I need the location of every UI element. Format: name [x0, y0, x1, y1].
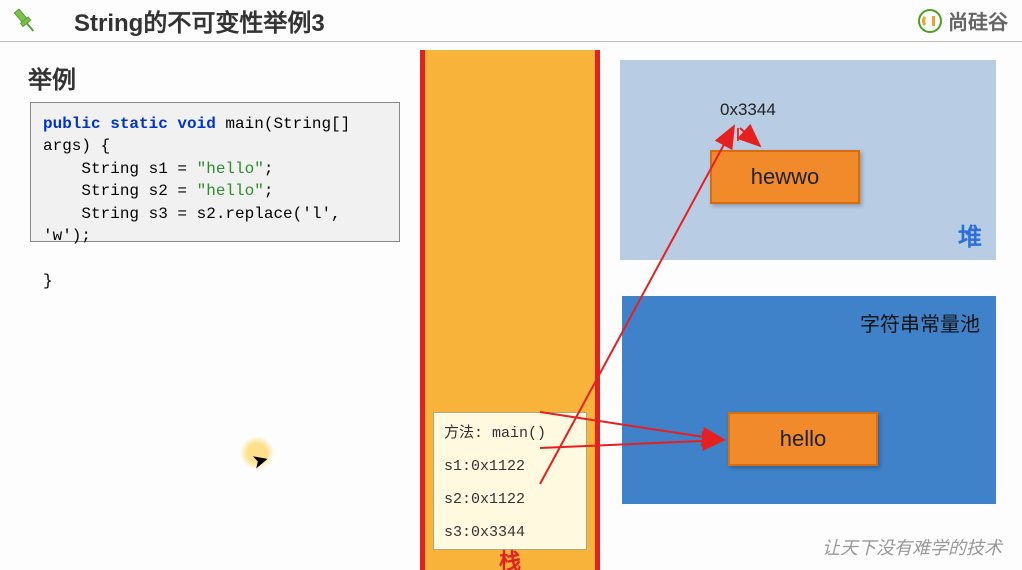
heap-address: 0x3344	[720, 100, 776, 120]
code-example-box: public static void main(String[] args) {…	[30, 102, 400, 242]
stack-frame-title: 方法: main()	[444, 421, 576, 442]
code-string: "hello"	[197, 160, 264, 178]
heap-object-hewwo: hewwo	[710, 150, 860, 204]
string-pool-region: 字符串常量池 hello	[622, 296, 996, 504]
heap-label: 堆	[958, 217, 982, 252]
code-text: ;	[264, 182, 274, 200]
slide-header: String的不可变性举例3 尚硅谷	[0, 0, 1022, 42]
code-string: "hello"	[197, 182, 264, 200]
pin-icon	[0, 4, 50, 38]
pointer-mark-icon: |	[736, 125, 740, 141]
heap-region: 0x3344 | hewwo 堆	[620, 60, 996, 260]
watermark-text: 让天下没有难学的技术	[822, 534, 1002, 560]
slide-body: 举例 public static void main(String[] args…	[0, 42, 1022, 570]
stack-var-s2: s2:0x1122	[444, 491, 576, 508]
example-heading: 举例	[28, 60, 76, 95]
code-text: }	[43, 272, 53, 290]
brand-block: 尚硅谷	[918, 6, 1008, 35]
code-block: public static void main(String[] args) {…	[43, 113, 387, 292]
brand-logo-icon	[918, 9, 942, 33]
code-text: ;	[264, 160, 274, 178]
code-keyword: public static void	[43, 115, 216, 133]
stack-var-s1: s1:0x1122	[444, 458, 576, 475]
brand-name: 尚硅谷	[948, 6, 1008, 35]
stack-region: 方法: main() s1:0x1122 s2:0x1122 s3:0x3344…	[420, 50, 600, 570]
code-text: String s2 =	[43, 182, 197, 200]
code-text: String s3 = s2.replace('l', 'w');	[43, 205, 350, 245]
slide-title: String的不可变性举例3	[50, 3, 325, 38]
stack-label: 栈	[425, 544, 595, 570]
code-text: String s1 =	[43, 160, 197, 178]
pool-object-hello: hello	[728, 412, 878, 466]
stack-frame: 方法: main() s1:0x1122 s2:0x1122 s3:0x3344	[433, 412, 587, 550]
stack-var-s3: s3:0x3344	[444, 524, 576, 541]
string-pool-label: 字符串常量池	[860, 308, 980, 337]
